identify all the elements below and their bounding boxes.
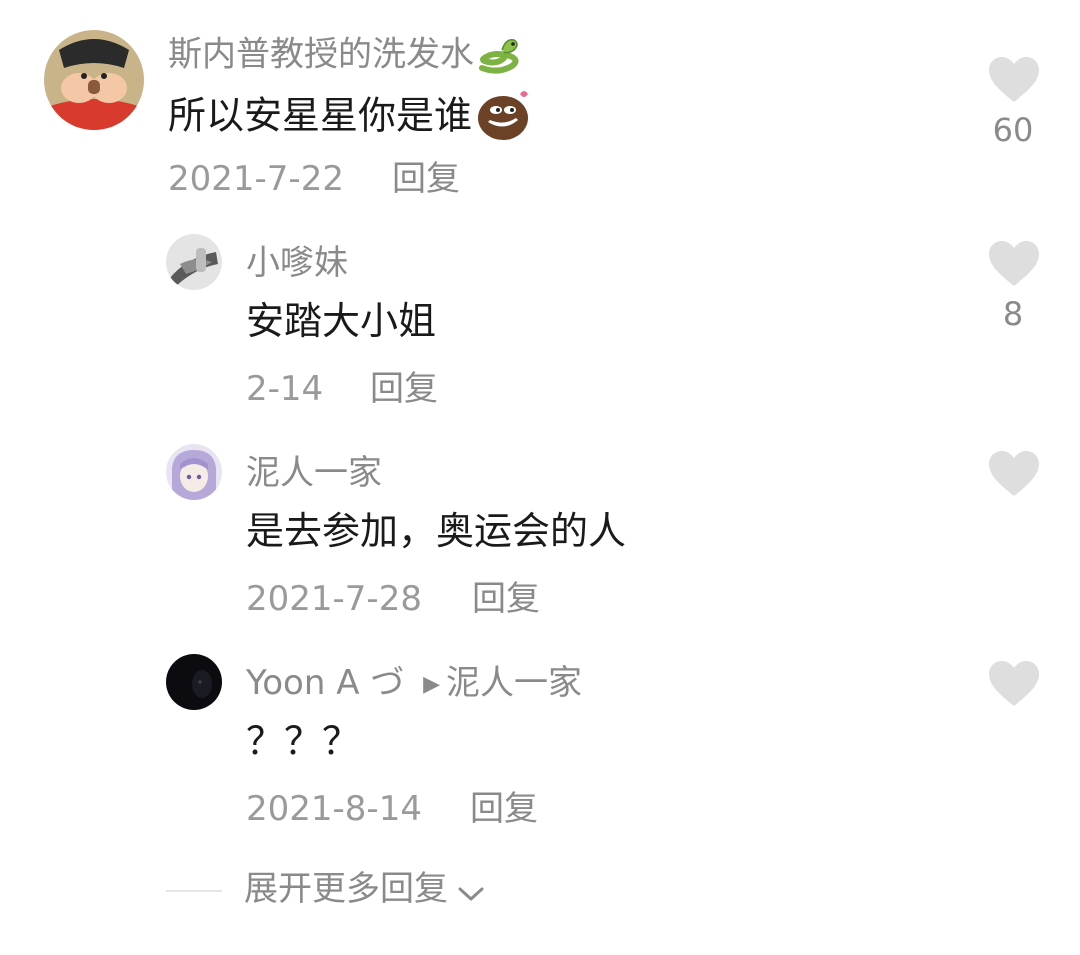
comment-date: 2021-7-22 bbox=[168, 159, 344, 199]
expand-label: 展开更多回复 bbox=[244, 869, 448, 909]
reply-arrow-icon: ▶ bbox=[423, 671, 441, 697]
expand-divider bbox=[166, 890, 222, 892]
chevron-down-icon bbox=[457, 884, 485, 908]
expand-more-replies-button[interactable]: 展开更多回复 bbox=[244, 872, 485, 908]
reply-3-reply-to[interactable]: 泥人一家 bbox=[446, 663, 582, 703]
comment-reply-button[interactable]: 回复 bbox=[392, 162, 460, 196]
heart-icon bbox=[989, 241, 1039, 286]
reply-2-text: 是去参加，奥运会的人 bbox=[246, 509, 627, 553]
reply-2-date: 2021-7-28 bbox=[246, 579, 422, 619]
reply-3-text: ？？？ bbox=[246, 719, 361, 763]
comment-like-button[interactable] bbox=[987, 56, 1041, 104]
smirk-emoji-icon bbox=[476, 88, 534, 148]
avatar-main[interactable] bbox=[44, 30, 144, 130]
avatar-reply-2[interactable] bbox=[166, 444, 222, 500]
heart-icon bbox=[989, 57, 1039, 102]
reply-1-text: 安踏大小姐 bbox=[246, 299, 437, 343]
reply-1-reply-button[interactable]: 回复 bbox=[370, 372, 438, 406]
reply-1-like-count: 8 bbox=[1002, 295, 1024, 333]
reply-3-username[interactable]: Yoon A づ bbox=[246, 663, 404, 703]
comment-username[interactable]: 斯内普教授的洗发水 bbox=[168, 35, 474, 75]
heart-icon bbox=[989, 661, 1039, 706]
reply-1-like-button[interactable] bbox=[987, 240, 1041, 288]
reply-3-like-button[interactable] bbox=[987, 660, 1041, 708]
reply-1-date: 2-14 bbox=[246, 369, 324, 409]
heart-icon bbox=[989, 451, 1039, 496]
reply-3-reply-button[interactable]: 回复 bbox=[470, 792, 538, 826]
reply-2-reply-button[interactable]: 回复 bbox=[472, 582, 540, 616]
comment-text: 所以安星星你是谁 bbox=[168, 93, 473, 138]
reply-2-username[interactable]: 泥人一家 bbox=[246, 456, 382, 490]
reply-1-username[interactable]: 小嗲妹 bbox=[246, 246, 348, 280]
comment-like-count: 60 bbox=[992, 111, 1034, 149]
snake-emoji-icon bbox=[474, 32, 522, 80]
reply-2-like-button[interactable] bbox=[987, 450, 1041, 498]
reply-3-date: 2021-8-14 bbox=[246, 789, 422, 829]
avatar-reply-3[interactable] bbox=[166, 654, 222, 710]
avatar-reply-1[interactable] bbox=[166, 234, 222, 290]
